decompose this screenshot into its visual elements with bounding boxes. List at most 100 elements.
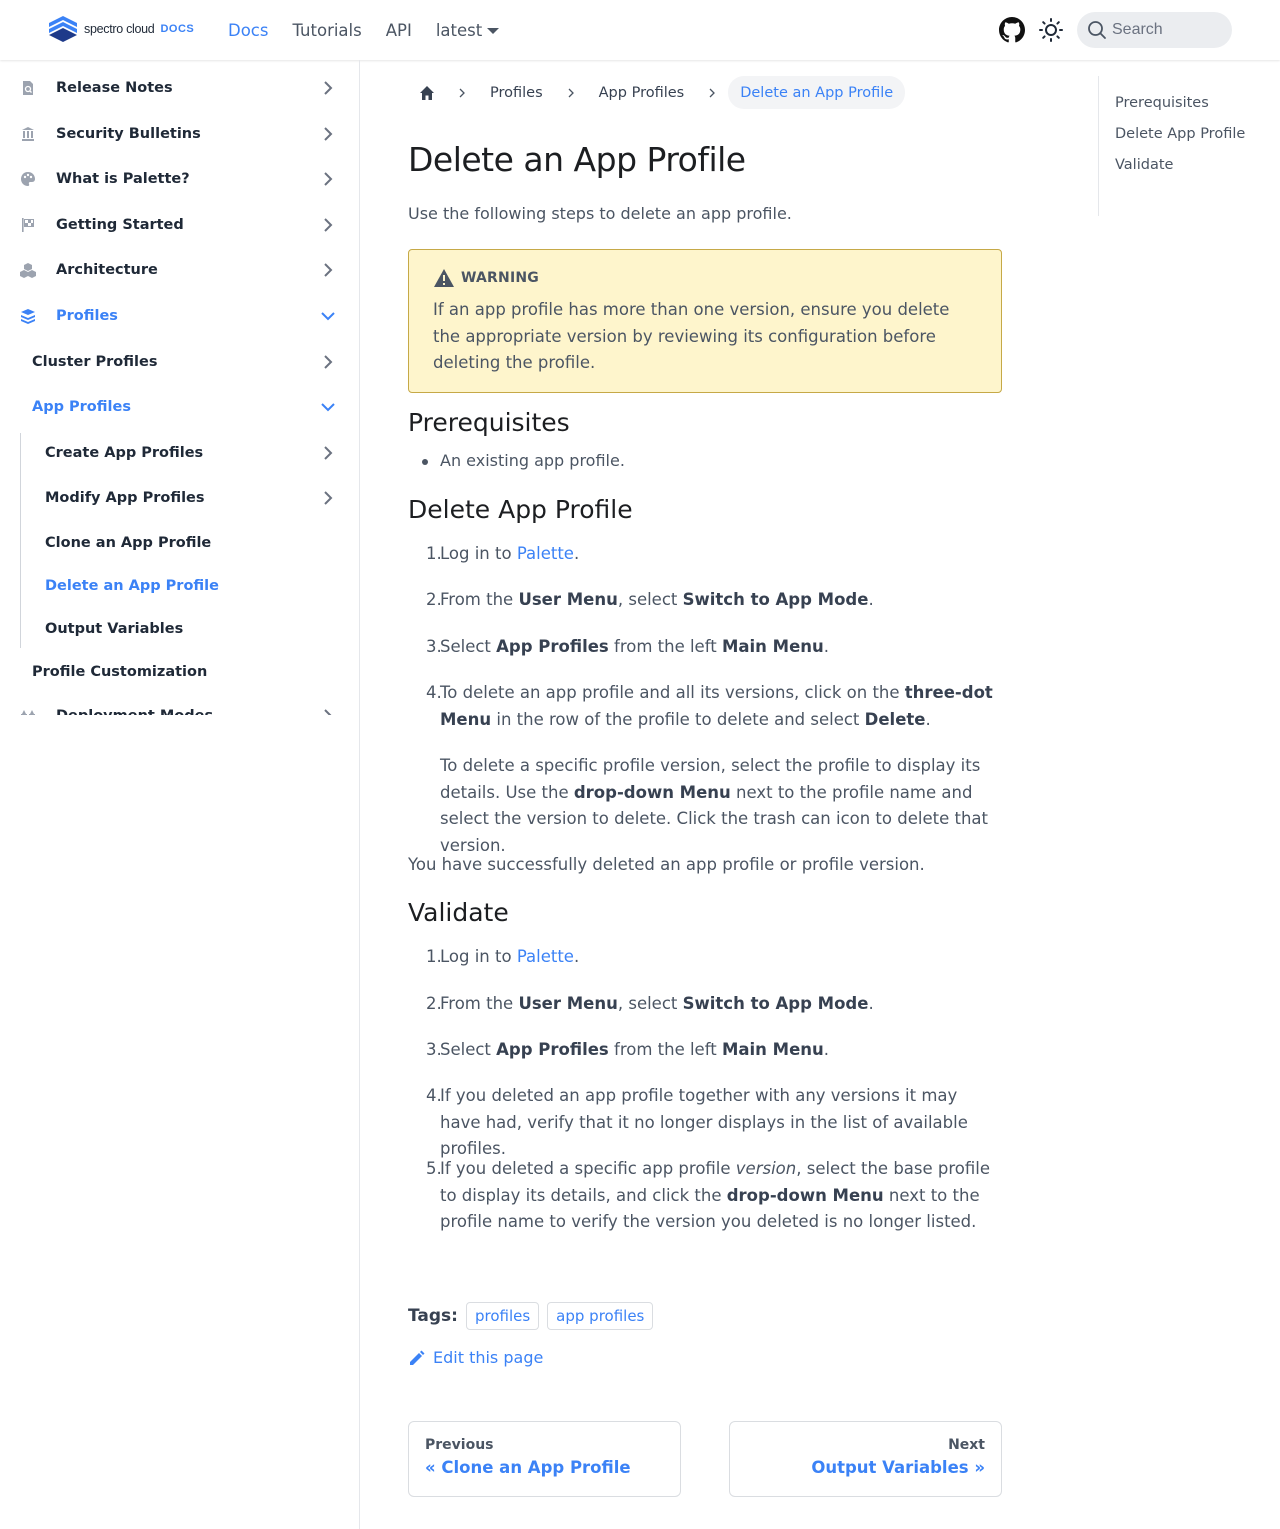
page-title: Delete an App Profile (408, 140, 746, 179)
validate-step-1: 1. Log in to Palette. (426, 947, 580, 966)
edit-page-link[interactable]: Edit this page (408, 1348, 543, 1367)
chevron-right-icon[interactable] (320, 217, 336, 233)
breadcrumb-current: Delete an App Profile (728, 76, 906, 109)
step-1: 1. Log in to Palette. (426, 544, 580, 563)
palette-icon (21, 172, 35, 186)
validate-step-4: 4. If you deleted an app profile together… (426, 1086, 968, 1158)
step-2: 2. From the User Menu, select Switch to A… (426, 590, 874, 609)
nav-link-docs[interactable]: Docs (228, 21, 268, 40)
sidebar-item-output-variables[interactable]: Output Variables (45, 609, 342, 649)
pager-prev-sublabel: Previous (425, 1437, 494, 1453)
home-icon (420, 85, 434, 100)
palette-link[interactable]: Palette (517, 544, 574, 563)
breadcrumb-item[interactable]: Profiles (478, 76, 555, 109)
docs-sidebar: Release Notes Security Bulletins What is… (0, 60, 360, 1529)
chevron-right-icon[interactable] (320, 171, 336, 187)
sidebar-item-clone-app-profile[interactable]: Clone an App Profile (45, 523, 342, 563)
sidebar-item-label: What is Palette? (56, 171, 190, 187)
sidebar-item-label: Release Notes (56, 80, 173, 96)
caret-down-icon (487, 28, 500, 34)
warning-title: WARNING (461, 270, 539, 286)
validate-step-5: 5. If you deleted a specific app profile … (426, 1159, 991, 1231)
validate-step-2: 2. From the User Menu, select Switch to A… (426, 994, 874, 1013)
sidebar-item-label: Clone an App Profile (45, 535, 212, 551)
list-item: An existing app profile. (422, 451, 625, 470)
sidebar-item-label: Security Bulletins (56, 126, 201, 142)
chevron-right-icon[interactable] (320, 262, 336, 278)
pager-prev-label: « Clone an App Profile (425, 1458, 631, 1477)
github-icon[interactable] (999, 17, 1025, 43)
sidebar-item-security-bulletins[interactable]: Security Bulletins (20, 114, 342, 154)
search-input[interactable]: Search (1077, 12, 1232, 48)
pager-next-sublabel: Next (948, 1437, 985, 1453)
pager-previous[interactable]: Previous « Clone an App Profile (408, 1421, 681, 1497)
search-icon (1088, 21, 1106, 39)
sidebar-item-profiles[interactable]: Profiles (20, 296, 342, 336)
version-dropdown[interactable]: latest (435, 20, 500, 40)
theme-toggle-icon[interactable] (1039, 18, 1063, 42)
sidebar-subtree-line (20, 433, 21, 648)
spectro-cloud-logo-icon (49, 16, 77, 42)
intro-text: Use the following steps to delete an app… (408, 204, 792, 223)
step-4: 4. To delete an app profile and all its v… (426, 683, 993, 729)
warning-icon (434, 269, 454, 287)
sidebar-item-modify-app-profiles[interactable]: Modify App Profiles (45, 478, 342, 518)
site-logo[interactable]: spectro cloud DOCS (47, 15, 194, 43)
nav-link-tutorials[interactable]: Tutorials (292, 21, 361, 40)
sidebar-item-delete-app-profile[interactable]: Delete an App Profile (45, 566, 342, 606)
sidebar-item-create-app-profiles[interactable]: Create App Profiles (45, 433, 342, 473)
search-doc-icon (23, 81, 33, 95)
chevron-right-icon[interactable] (320, 80, 336, 96)
breadcrumb-home[interactable] (408, 76, 446, 109)
version-label: latest (435, 20, 483, 40)
sidebar-item-label: App Profiles (32, 399, 131, 415)
chevron-right-icon (565, 88, 577, 98)
heading-prerequisites: Prerequisites (408, 408, 570, 437)
pencil-icon (410, 1350, 425, 1365)
warning-body: If an app profile has more than one vers… (433, 300, 950, 372)
chevron-right-icon[interactable] (320, 445, 336, 461)
toc-item-prerequisites[interactable]: Prerequisites (1115, 92, 1248, 115)
breadcrumb-item[interactable]: App Profiles (587, 76, 697, 109)
chevron-right-icon (456, 88, 468, 98)
sidebar-item-label: Output Variables (45, 621, 184, 637)
flag-icon (22, 218, 34, 232)
tag-app-profiles[interactable]: app profiles (547, 1302, 654, 1330)
warning-header: WARNING (433, 268, 977, 288)
edit-page-label: Edit this page (433, 1348, 544, 1367)
tags-row: Tags: profiles app profiles (408, 1302, 661, 1330)
success-text: You have successfully deleted an app pro… (408, 855, 925, 874)
chevron-right-icon (706, 88, 718, 98)
cubes-icon (20, 263, 36, 278)
logo-text: spectro cloud (84, 22, 155, 36)
sidebar-item-getting-started[interactable]: Getting Started (20, 205, 342, 245)
chevron-down-icon[interactable] (320, 399, 336, 415)
sidebar-item-app-profiles[interactable]: App Profiles (32, 387, 342, 427)
sidebar-item-label: Profile Customization (32, 664, 208, 680)
sidebar-item-label: Modify App Profiles (45, 490, 205, 506)
palette-link[interactable]: Palette (517, 947, 574, 966)
warning-admonition: WARNING If an app profile has more than … (408, 249, 1002, 393)
sidebar-item-what-is-palette[interactable]: What is Palette? (20, 159, 342, 199)
chevron-right-icon[interactable] (320, 354, 336, 370)
sidebar-item-label: Architecture (56, 262, 158, 278)
chevron-down-icon[interactable] (320, 308, 336, 324)
tag-profiles[interactable]: profiles (465, 1302, 540, 1330)
toc-item-validate[interactable]: Validate (1115, 154, 1248, 177)
chevron-right-icon[interactable] (320, 126, 336, 142)
chevron-right-icon[interactable] (320, 490, 336, 506)
sidebar-item-label: Create App Profiles (45, 445, 204, 461)
sidebar-item-label: Cluster Profiles (32, 354, 158, 370)
breadcrumb: Profiles App Profiles Delete an App Prof… (408, 76, 906, 109)
sidebar-item-label: Profiles (56, 308, 118, 324)
sidebar-item-release-notes[interactable]: Release Notes (20, 68, 342, 108)
sidebar-item-cluster-profiles[interactable]: Cluster Profiles (32, 342, 342, 382)
sidebar-item-profile-customization[interactable]: Profile Customization (32, 652, 342, 692)
sidebar-item-architecture[interactable]: Architecture (20, 250, 342, 290)
validate-step-3: 3. Select App Profiles from the left Main… (426, 1040, 830, 1059)
search-placeholder: Search (1112, 21, 1163, 38)
nav-link-api[interactable]: API (386, 21, 412, 40)
pager-next[interactable]: Next Output Variables » (729, 1421, 1002, 1497)
toc-item-delete-app-profile[interactable]: Delete App Profile (1115, 123, 1248, 146)
heading-validate: Validate (408, 898, 509, 927)
